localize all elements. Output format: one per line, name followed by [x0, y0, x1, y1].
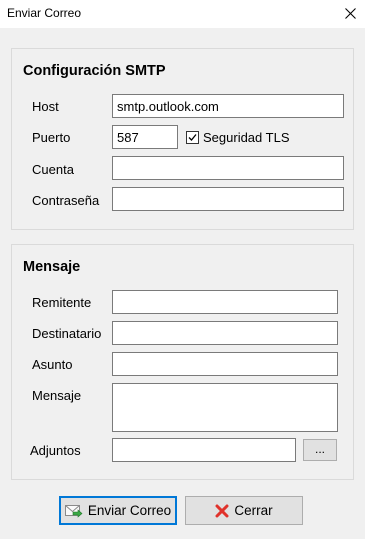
smtp-section-title: Configuración SMTP	[23, 63, 166, 79]
close-icon	[345, 8, 356, 19]
attachments-label: Adjuntos	[30, 443, 81, 458]
message-group: Mensaje Remitente Destinatario Asunto Me…	[11, 244, 354, 480]
account-input[interactable]	[112, 156, 344, 180]
red-x-icon	[215, 504, 229, 517]
smtp-config-group: Configuración SMTP Host Puerto Seguridad…	[11, 48, 354, 230]
host-label: Host	[32, 99, 59, 114]
port-input[interactable]	[112, 125, 178, 149]
close-button[interactable]: Cerrar	[185, 496, 303, 525]
window-close-button[interactable]	[335, 0, 365, 28]
port-label: Puerto	[32, 130, 71, 145]
send-mail-icon	[64, 504, 83, 518]
password-input[interactable]	[112, 187, 344, 211]
body-label: Mensaje	[32, 388, 82, 403]
title-bar: Enviar Correo	[0, 0, 365, 28]
account-label: Cuenta	[32, 162, 74, 177]
subject-input[interactable]	[112, 352, 338, 376]
sender-input[interactable]	[112, 290, 338, 314]
sender-label: Remitente	[32, 295, 92, 310]
browse-attachments-button[interactable]: ...	[303, 439, 337, 461]
window-title: Enviar Correo	[7, 6, 82, 20]
recipient-label: Destinatario	[32, 326, 102, 341]
body-textarea[interactable]	[112, 383, 338, 432]
tls-label[interactable]: Seguridad TLS	[203, 130, 290, 145]
host-input[interactable]	[112, 94, 344, 118]
send-mail-button[interactable]: Enviar Correo	[59, 496, 177, 525]
check-icon	[188, 134, 197, 141]
attachments-input[interactable]	[112, 438, 296, 462]
tls-checkbox[interactable]	[186, 131, 199, 144]
password-label: Contraseña	[32, 193, 100, 208]
close-label: Cerrar	[234, 503, 273, 518]
send-mail-label: Enviar Correo	[87, 503, 172, 518]
recipient-input[interactable]	[112, 321, 338, 345]
subject-label: Asunto	[32, 357, 73, 372]
message-section-title: Mensaje	[23, 259, 81, 275]
